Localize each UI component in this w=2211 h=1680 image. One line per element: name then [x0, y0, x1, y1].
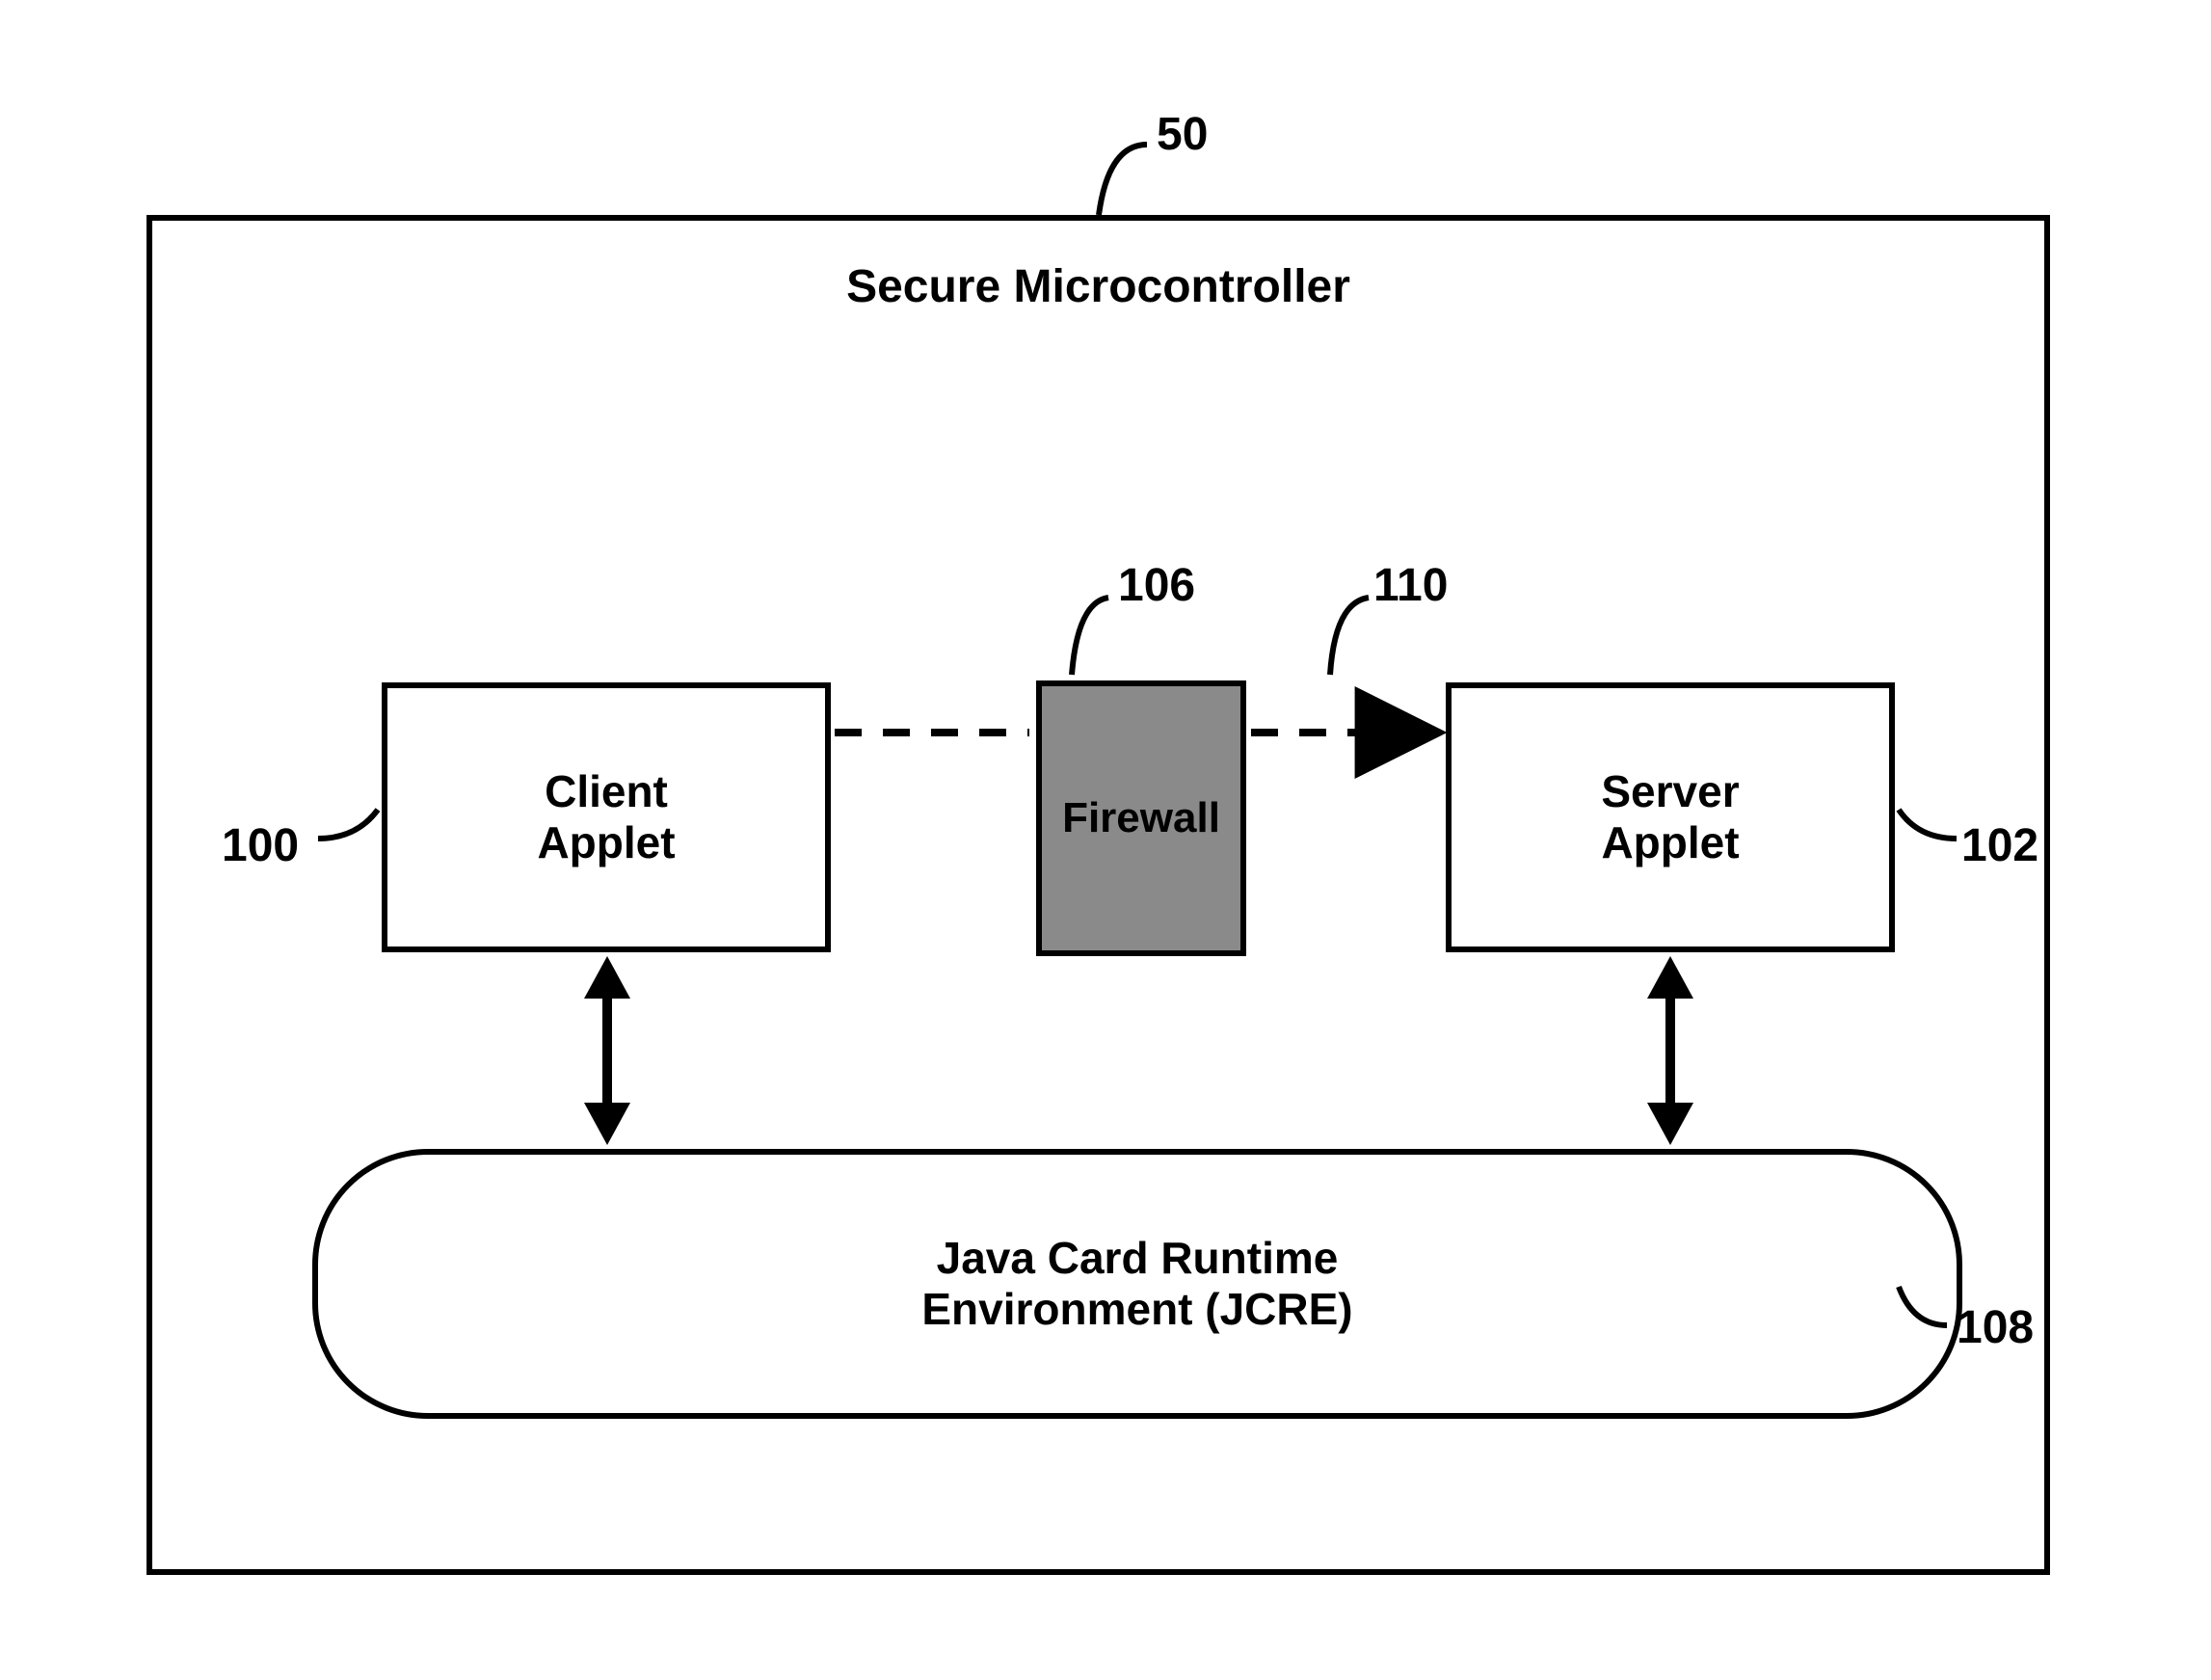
jcre-box: Java Card Runtime Environment (JCRE): [312, 1149, 1962, 1419]
server-line-1: Server: [1601, 766, 1739, 816]
diagram-title: Secure Microcontroller: [147, 260, 2050, 313]
client-line-2: Applet: [537, 817, 675, 867]
label-50: 50: [1157, 108, 1208, 161]
jcre-line-2: Environment (JCRE): [921, 1284, 1352, 1334]
server-applet-box: Server Applet: [1446, 682, 1895, 952]
server-line-2: Applet: [1601, 817, 1739, 867]
label-110: 110: [1373, 559, 1448, 612]
client-line-1: Client: [545, 766, 668, 816]
firewall-box: Firewall: [1036, 680, 1246, 956]
jcre-line-1: Java Card Runtime: [937, 1233, 1339, 1283]
label-106: 106: [1118, 559, 1195, 612]
diagram-canvas: Secure Microcontroller 50 Client Applet …: [0, 0, 2211, 1680]
label-100: 100: [222, 819, 299, 872]
client-applet-box: Client Applet: [382, 682, 831, 952]
firewall-label: Firewall: [1062, 794, 1220, 842]
label-108: 108: [1957, 1301, 2034, 1354]
label-102: 102: [1961, 819, 2038, 872]
